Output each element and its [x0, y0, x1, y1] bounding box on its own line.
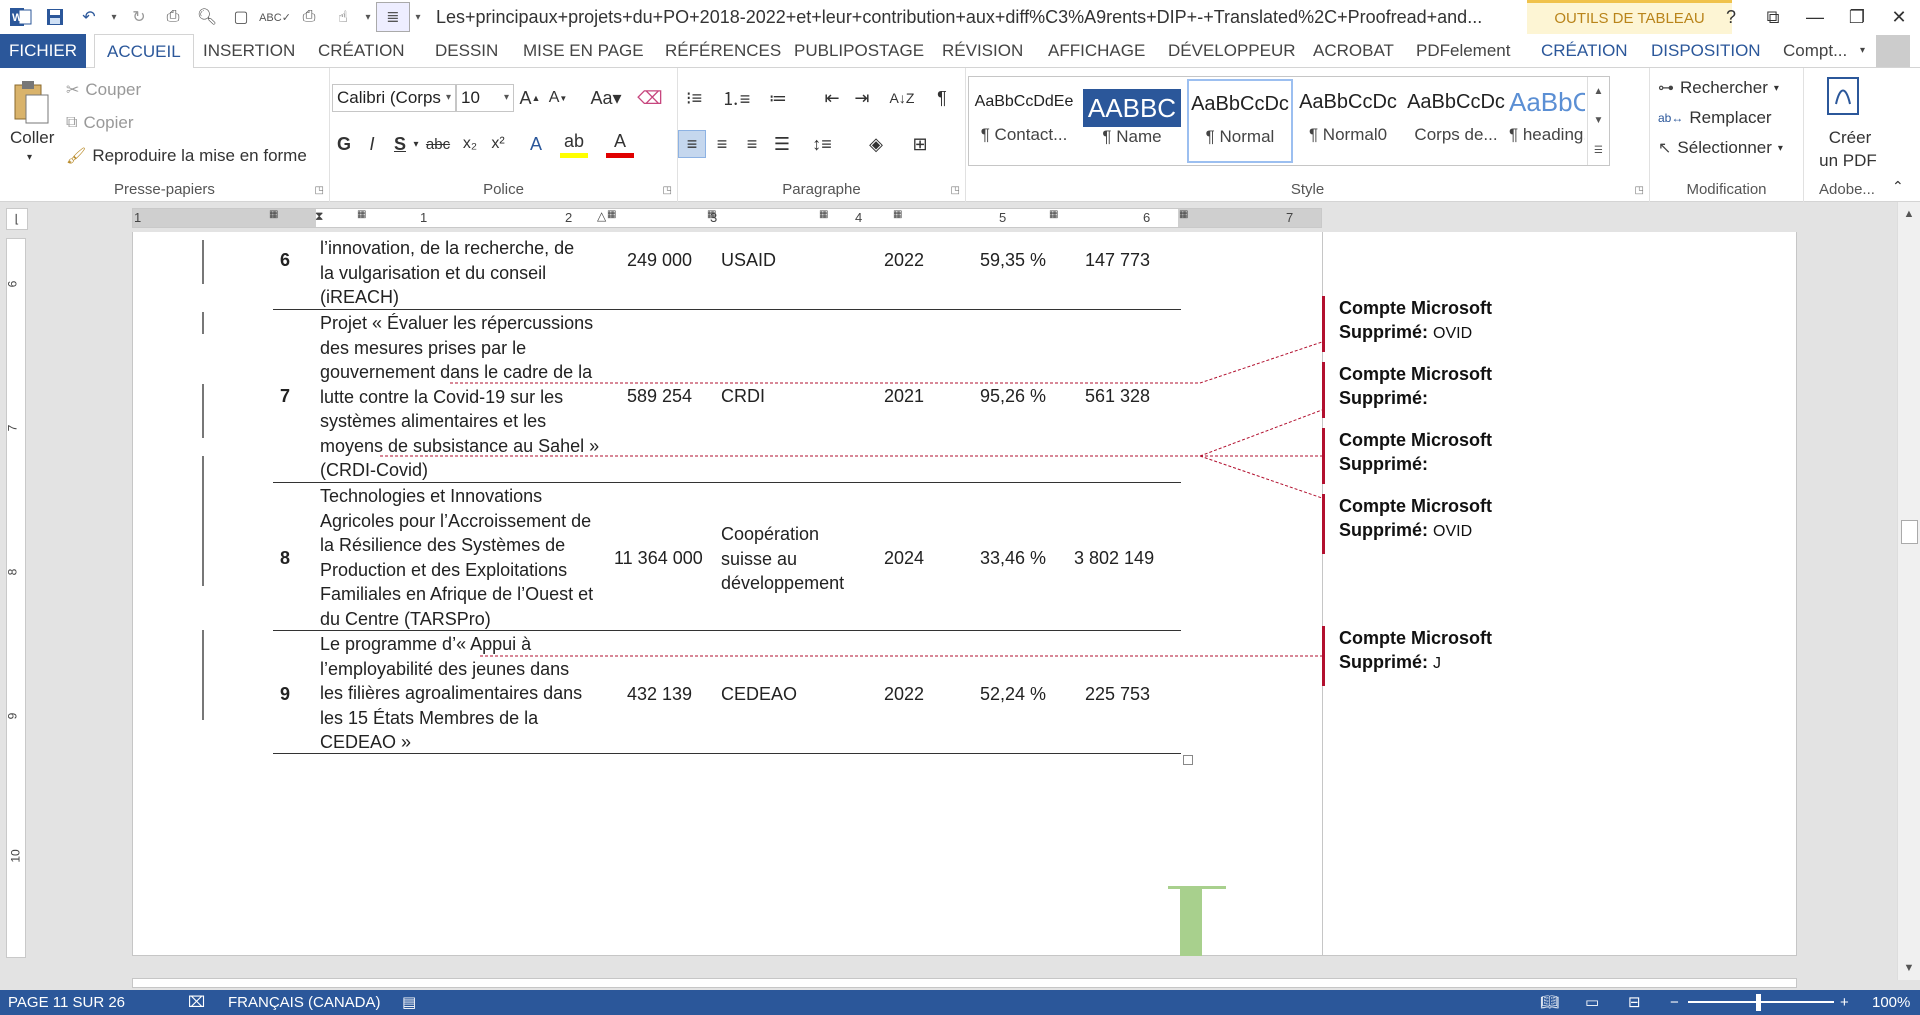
- revision-deleted-text: OVID: [1433, 325, 1473, 342]
- zoom-level[interactable]: 100%: [1872, 990, 1910, 1015]
- zoom-out-icon[interactable]: −: [1670, 990, 1679, 1015]
- revision-author: Compte Microsoft: [1339, 628, 1492, 648]
- vertical-scrollbar[interactable]: ▲ ▼: [1897, 202, 1920, 980]
- revision-label: Supprimé:: [1339, 454, 1429, 474]
- revision-author: Compte Microsoft: [1339, 430, 1492, 450]
- scroll-down-icon[interactable]: ▼: [1898, 958, 1920, 978]
- scroll-up-icon[interactable]: ▲: [1898, 204, 1920, 224]
- revision-balloon[interactable]: Compte Microsoft Supprimé: OVID: [1322, 296, 1582, 352]
- web-layout-icon[interactable]: ⊟: [1628, 990, 1641, 1015]
- revision-label: Supprimé:: [1339, 388, 1429, 408]
- zoom-in-icon[interactable]: +: [1840, 990, 1849, 1015]
- revision-balloon[interactable]: Compte Microsoft Supprimé: OVID: [1322, 494, 1582, 554]
- text-cursor-icon: [1168, 886, 1226, 956]
- revision-label: Supprimé:: [1339, 322, 1429, 342]
- revision-label: Supprimé:: [1339, 652, 1429, 672]
- page-indicator[interactable]: PAGE 11 SUR 26: [8, 990, 125, 1015]
- revision-deleted-text: OVID: [1433, 523, 1473, 540]
- revision-author: Compte Microsoft: [1339, 298, 1492, 318]
- read-mode-icon[interactable]: 📖︎: [1540, 990, 1559, 1015]
- revision-author: Compte Microsoft: [1339, 364, 1492, 384]
- revision-balloon[interactable]: Compte Microsoft Supprimé:: [1322, 362, 1582, 418]
- print-layout-icon[interactable]: ▭: [1585, 990, 1599, 1015]
- language-indicator[interactable]: FRANÇAIS (CANADA): [228, 990, 381, 1015]
- status-bar: PAGE 11 SUR 26 ⌧ FRANÇAIS (CANADA) ▤ 📖︎ …: [0, 990, 1920, 1015]
- revision-balloon[interactable]: Compte Microsoft Supprimé:: [1322, 428, 1582, 484]
- scroll-thumb[interactable]: [1901, 520, 1918, 544]
- revision-balloon[interactable]: Compte Microsoft Supprimé: J: [1322, 626, 1582, 686]
- revision-author: Compte Microsoft: [1339, 496, 1492, 516]
- revision-deleted-text: J: [1433, 655, 1442, 672]
- zoom-slider[interactable]: [1688, 1001, 1834, 1003]
- revision-label: Supprimé:: [1339, 520, 1429, 540]
- track-changes-icon[interactable]: ⌧: [188, 990, 205, 1015]
- macro-icon[interactable]: ▤: [402, 990, 416, 1015]
- revision-leader-lines: [380, 341, 1323, 657]
- zoom-slider-thumb[interactable]: [1756, 994, 1761, 1011]
